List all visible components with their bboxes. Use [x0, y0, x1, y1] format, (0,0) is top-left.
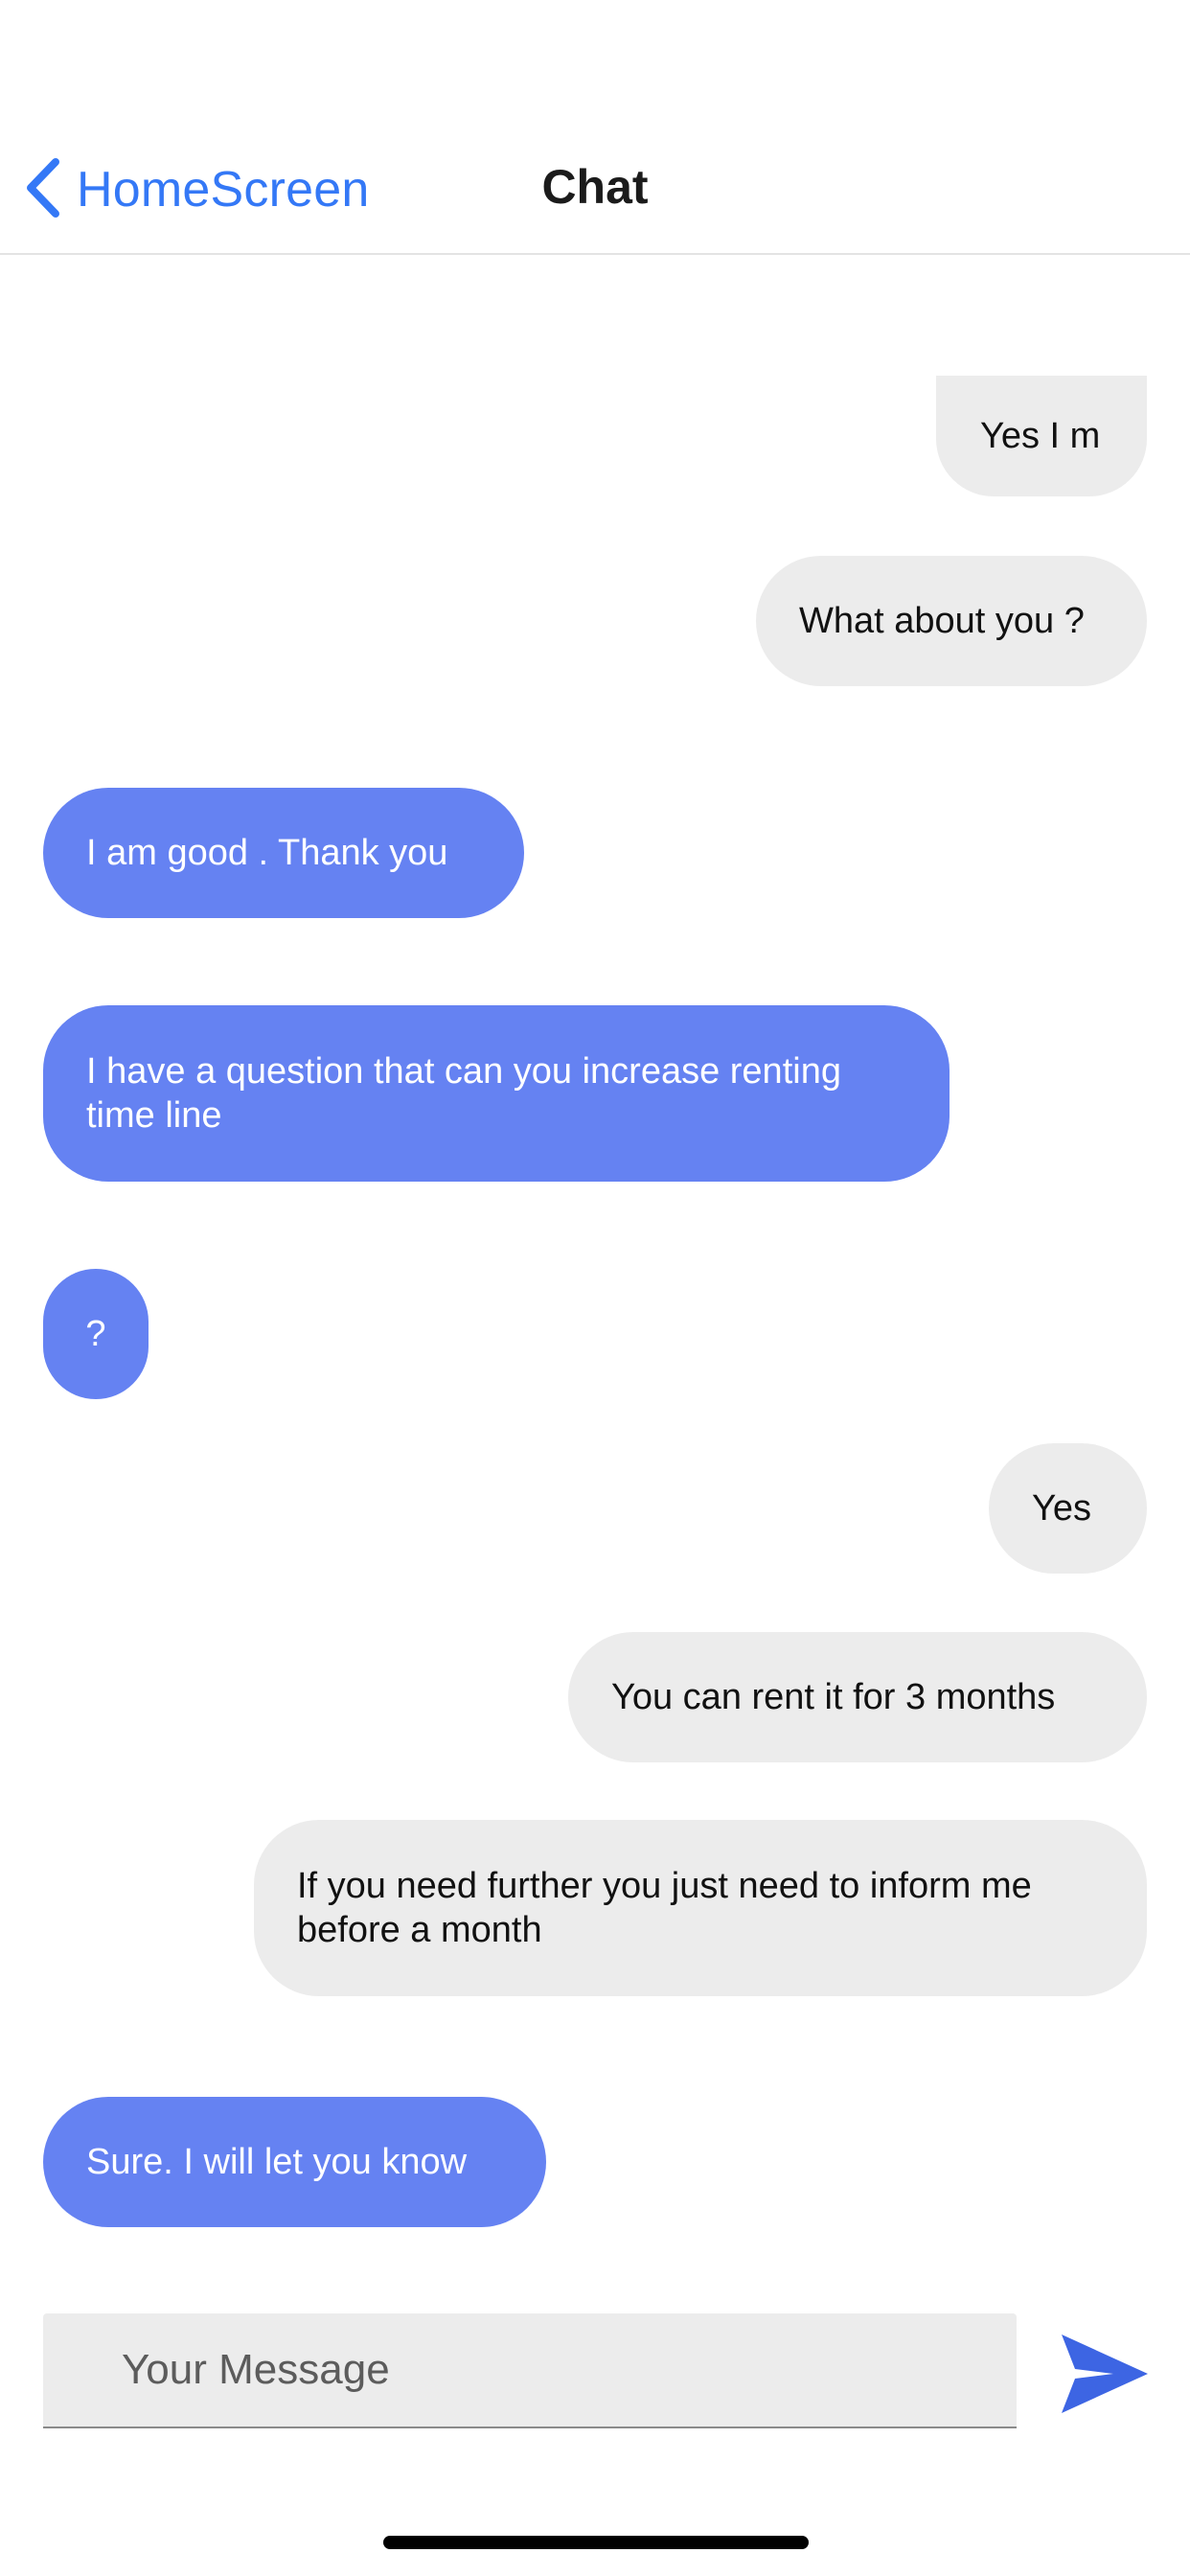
navigation-bar: HomeScreen Chat [0, 0, 1190, 255]
message-bubble-sent: You can rent it for 3 months [568, 1632, 1147, 1762]
message-bubble-received: ? [43, 1269, 149, 1399]
message-text: What about you ? [799, 601, 1085, 641]
message-bubble-sent: If you need further you just need to inf… [254, 1820, 1147, 1996]
message-bubble-received: I have a question that can you increase … [43, 1005, 950, 1182]
home-indicator [383, 2536, 809, 2549]
message-text: You can rent it for 3 months [611, 1677, 1056, 1717]
message-bubble-sent: Yes I m [936, 376, 1147, 496]
message-text: Yes I m [980, 416, 1101, 456]
send-button[interactable] [1058, 2329, 1150, 2419]
message-bubble-sent: What about you ? [756, 556, 1147, 686]
chat-screen: HomeScreen Chat Yes I m What about you ?… [0, 0, 1190, 2576]
message-text: Sure. I will let you know [86, 2142, 468, 2182]
message-text: ? [85, 1314, 106, 1354]
message-bubble-received: I am good . Thank you [43, 788, 524, 918]
message-bubble-sent: Yes [989, 1443, 1147, 1574]
message-input[interactable] [43, 2313, 1017, 2428]
page-title: Chat [541, 160, 649, 214]
message-text: Yes [1032, 1488, 1091, 1529]
send-arrow-icon [1058, 2334, 1150, 2423]
message-text: I am good . Thank you [86, 833, 448, 873]
message-text: If you need further you just need to inf… [297, 1866, 1032, 1950]
message-bubble-received: Sure. I will let you know [43, 2097, 546, 2227]
message-text: I have a question that can you increase … [86, 1051, 841, 1136]
